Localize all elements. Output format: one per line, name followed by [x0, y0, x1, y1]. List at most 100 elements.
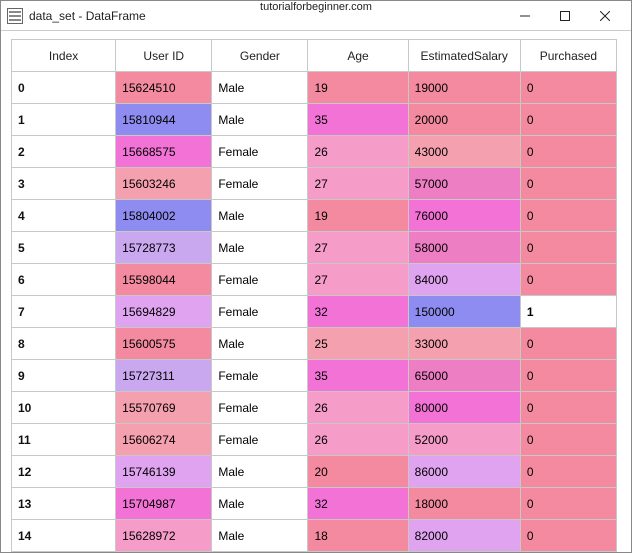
cell-user-id[interactable]: 15570769 — [116, 392, 212, 424]
cell-index[interactable]: 3 — [12, 168, 116, 200]
table-row[interactable]: 615598044Female27840000 — [12, 264, 617, 296]
table-row[interactable]: 515728773Male27580000 — [12, 232, 617, 264]
cell-age[interactable]: 27 — [308, 264, 408, 296]
cell-purchased[interactable]: 0 — [520, 200, 616, 232]
cell-user-id[interactable]: 15746139 — [116, 456, 212, 488]
cell-user-id[interactable]: 15624510 — [116, 72, 212, 104]
maximize-button[interactable] — [545, 2, 585, 30]
cell-salary[interactable]: 86000 — [408, 456, 520, 488]
cell-salary[interactable]: 65000 — [408, 360, 520, 392]
cell-salary[interactable]: 80000 — [408, 392, 520, 424]
cell-index[interactable]: 7 — [12, 296, 116, 328]
cell-age[interactable]: 32 — [308, 296, 408, 328]
cell-gender[interactable]: Male — [212, 200, 308, 232]
cell-salary[interactable]: 33000 — [408, 328, 520, 360]
cell-user-id[interactable]: 15697686 — [116, 552, 212, 553]
table-row[interactable]: 415804002Male19760000 — [12, 200, 617, 232]
cell-age[interactable]: 29 — [308, 552, 408, 553]
cell-salary[interactable]: 84000 — [408, 264, 520, 296]
cell-user-id[interactable]: 15668575 — [116, 136, 212, 168]
cell-purchased[interactable]: 0 — [520, 136, 616, 168]
cell-gender[interactable]: Female — [212, 360, 308, 392]
cell-user-id[interactable]: 15598044 — [116, 264, 212, 296]
cell-index[interactable]: 4 — [12, 200, 116, 232]
table-row[interactable]: 215668575Female26430000 — [12, 136, 617, 168]
col-header-index[interactable]: Index — [12, 40, 116, 72]
table-row[interactable]: 1215746139Male20860000 — [12, 456, 617, 488]
cell-user-id[interactable]: 15727311 — [116, 360, 212, 392]
cell-index[interactable]: 0 — [12, 72, 116, 104]
cell-age[interactable]: 26 — [308, 392, 408, 424]
cell-salary[interactable]: 150000 — [408, 296, 520, 328]
cell-user-id[interactable]: 15606274 — [116, 424, 212, 456]
col-header-user-id[interactable]: User ID — [116, 40, 212, 72]
cell-salary[interactable]: 82000 — [408, 520, 520, 552]
cell-index[interactable]: 14 — [12, 520, 116, 552]
cell-age[interactable]: 20 — [308, 456, 408, 488]
col-header-gender[interactable]: Gender — [212, 40, 308, 72]
cell-gender[interactable]: Female — [212, 264, 308, 296]
cell-gender[interactable]: Male — [212, 72, 308, 104]
cell-user-id[interactable]: 15694829 — [116, 296, 212, 328]
cell-age[interactable]: 27 — [308, 232, 408, 264]
cell-salary[interactable]: 80000 — [408, 552, 520, 553]
cell-index[interactable]: 15 — [12, 552, 116, 553]
content-area[interactable]: Index User ID Gender Age EstimatedSalary… — [1, 31, 631, 552]
cell-gender[interactable]: Female — [212, 392, 308, 424]
col-header-purchased[interactable]: Purchased — [520, 40, 616, 72]
cell-age[interactable]: 35 — [308, 104, 408, 136]
cell-index[interactable]: 2 — [12, 136, 116, 168]
cell-salary[interactable]: 57000 — [408, 168, 520, 200]
cell-age[interactable]: 18 — [308, 520, 408, 552]
cell-gender[interactable]: Female — [212, 424, 308, 456]
cell-purchased[interactable]: 0 — [520, 168, 616, 200]
cell-age[interactable]: 19 — [308, 200, 408, 232]
cell-purchased[interactable]: 0 — [520, 232, 616, 264]
cell-gender[interactable]: Female — [212, 136, 308, 168]
cell-gender[interactable]: Male — [212, 328, 308, 360]
cell-gender[interactable]: Male — [212, 520, 308, 552]
cell-purchased[interactable]: 0 — [520, 360, 616, 392]
cell-age[interactable]: 35 — [308, 360, 408, 392]
cell-user-id[interactable]: 15728773 — [116, 232, 212, 264]
cell-salary[interactable]: 19000 — [408, 72, 520, 104]
cell-user-id[interactable]: 15704987 — [116, 488, 212, 520]
table-row[interactable]: 815600575Male25330000 — [12, 328, 617, 360]
cell-gender[interactable]: Male — [212, 456, 308, 488]
cell-purchased[interactable]: 0 — [520, 392, 616, 424]
cell-index[interactable]: 9 — [12, 360, 116, 392]
cell-purchased[interactable]: 1 — [520, 296, 616, 328]
cell-salary[interactable]: 18000 — [408, 488, 520, 520]
cell-age[interactable]: 19 — [308, 72, 408, 104]
cell-purchased[interactable]: 0 — [520, 424, 616, 456]
cell-index[interactable]: 13 — [12, 488, 116, 520]
cell-index[interactable]: 6 — [12, 264, 116, 296]
cell-age[interactable]: 26 — [308, 424, 408, 456]
cell-purchased[interactable]: 0 — [520, 552, 616, 553]
cell-index[interactable]: 10 — [12, 392, 116, 424]
table-row[interactable]: 1015570769Female26800000 — [12, 392, 617, 424]
cell-salary[interactable]: 52000 — [408, 424, 520, 456]
cell-gender[interactable]: Male — [212, 552, 308, 553]
cell-index[interactable]: 11 — [12, 424, 116, 456]
cell-salary[interactable]: 20000 — [408, 104, 520, 136]
cell-user-id[interactable]: 15628972 — [116, 520, 212, 552]
cell-user-id[interactable]: 15603246 — [116, 168, 212, 200]
cell-gender[interactable]: Male — [212, 104, 308, 136]
col-header-age[interactable]: Age — [308, 40, 408, 72]
cell-salary[interactable]: 43000 — [408, 136, 520, 168]
table-row[interactable]: 015624510Male19190000 — [12, 72, 617, 104]
cell-age[interactable]: 32 — [308, 488, 408, 520]
cell-age[interactable]: 27 — [308, 168, 408, 200]
col-header-salary[interactable]: EstimatedSalary — [408, 40, 520, 72]
cell-purchased[interactable]: 0 — [520, 264, 616, 296]
cell-salary[interactable]: 58000 — [408, 232, 520, 264]
cell-purchased[interactable]: 0 — [520, 488, 616, 520]
cell-index[interactable]: 12 — [12, 456, 116, 488]
table-row[interactable]: 1415628972Male18820000 — [12, 520, 617, 552]
cell-gender[interactable]: Male — [212, 488, 308, 520]
table-row[interactable]: 315603246Female27570000 — [12, 168, 617, 200]
cell-index[interactable]: 5 — [12, 232, 116, 264]
cell-purchased[interactable]: 0 — [520, 520, 616, 552]
cell-age[interactable]: 26 — [308, 136, 408, 168]
